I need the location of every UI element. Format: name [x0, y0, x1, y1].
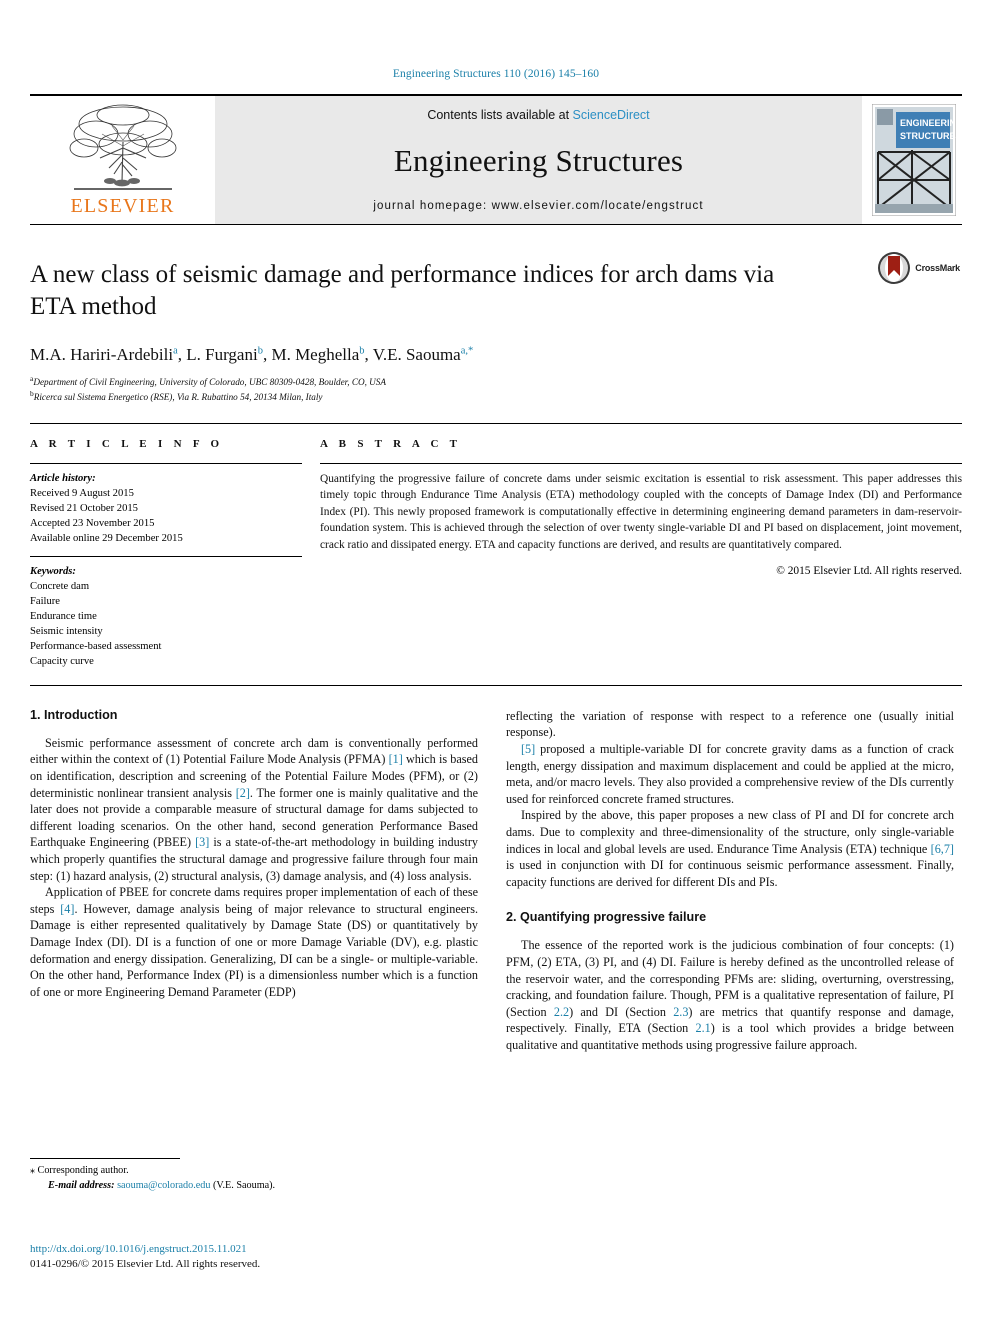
elsevier-wordmark: ELSEVIER	[70, 195, 175, 217]
author-3-sup: b	[359, 345, 365, 357]
contents-available-line: Contents lists available at ScienceDirec…	[427, 108, 649, 122]
keyword-item: Endurance time	[30, 611, 97, 623]
sec2-p1-b: ) and DI (Section	[569, 1004, 674, 1019]
citation-ref-1[interactable]: [1]	[389, 752, 403, 766]
crossmark-badge[interactable]: CrossMark	[877, 251, 960, 285]
title-block: A new class of seismic damage and perfor…	[30, 224, 962, 405]
citation-ref-2[interactable]: [2]	[236, 786, 250, 800]
journal-cover-thumbnail: ENGINEERING STRUCTURES	[862, 96, 962, 224]
email-link[interactable]: saouma@colorado.edu	[117, 1180, 210, 1191]
history-item: Accepted 23 November 2015	[30, 517, 155, 529]
section-link-2-1[interactable]: 2.1	[695, 1021, 710, 1035]
affiliation-a: aDepartment of Civil Engineering, Univer…	[30, 374, 962, 389]
citation-ref-5[interactable]: [5]	[521, 742, 535, 756]
affiliation-list: aDepartment of Civil Engineering, Univer…	[30, 374, 962, 405]
article-history-label: Article history:	[30, 472, 96, 484]
right-p2-a: proposed a multiple-variable DI for conc…	[506, 742, 954, 806]
crossmark-icon	[878, 252, 911, 284]
abstract-column: A B S T R A C T Quantifying the progress…	[320, 438, 962, 671]
running-head: Engineering Structures 110 (2016) 145–16…	[392, 68, 600, 80]
right-paragraph-1: reflecting the variation of response wit…	[506, 708, 954, 740]
abstract-text: Quantifying the progressive failure of c…	[320, 472, 962, 551]
affiliation-b: bRicerca sul Sistema Energetico (RSE), V…	[30, 389, 962, 404]
journal-homepage[interactable]: journal homepage: www.elsevier.com/locat…	[373, 200, 703, 212]
author-4: V.E. Saoumaa,*	[373, 345, 474, 364]
article-history: Article history: Received 9 August 2015 …	[30, 471, 302, 546]
citation-ref-4[interactable]: [4]	[60, 902, 74, 916]
paper-page: Engineering Structures 110 (2016) 145–16…	[0, 0, 992, 1323]
right-paragraph-3: Inspired by the above, this paper propos…	[506, 807, 954, 890]
email-label: E-mail address:	[48, 1179, 115, 1191]
history-item: Received 9 August 2015	[30, 487, 134, 499]
masthead-center: Contents lists available at ScienceDirec…	[215, 96, 862, 224]
page-footer: http://dx.doi.org/10.1016/j.engstruct.20…	[30, 1242, 530, 1273]
right-paragraph-2: [5] proposed a multiple-variable DI for …	[506, 741, 954, 807]
history-item: Revised 21 October 2015	[30, 502, 138, 514]
keyword-item: Capacity curve	[30, 656, 94, 668]
intro-paragraph-1: Seismic performance assessment of concre…	[30, 735, 478, 884]
email-line: E-mail address: saouma@colorado.edu (V.E…	[30, 1179, 478, 1194]
keyword-item: Concrete dam	[30, 581, 90, 592]
keywords-block: Keywords: Concrete dam Failure Endurance…	[30, 557, 302, 669]
section-heading-introduction: 1. Introduction	[30, 707, 118, 722]
author-1-sup: a	[173, 345, 178, 357]
footnote-rule	[30, 1158, 180, 1159]
citation-ref-3[interactable]: [3]	[195, 835, 209, 849]
author-list: M.A. Hariri-Ardebilia, L. Furganib, M. M…	[30, 345, 474, 364]
doi-link[interactable]: http://dx.doi.org/10.1016/j.engstruct.20…	[30, 1242, 530, 1257]
right-column: reflecting the variation of response wit…	[506, 708, 954, 1054]
corresponding-author-line: ⁎ Corresponding author.	[30, 1164, 478, 1179]
left-column: 1. Introduction Seismic performance asse…	[30, 708, 478, 1054]
sec2-paragraph-1: The essence of the reported work is the …	[506, 937, 954, 1053]
issn-copyright: 0141-0296/© 2015 Elsevier Ltd. All right…	[30, 1258, 261, 1271]
section-link-2-3[interactable]: 2.3	[673, 1005, 688, 1019]
author-3-name: M. Meghella	[271, 345, 360, 364]
body-columns: 1. Introduction Seismic performance asse…	[30, 684, 962, 1054]
affiliation-b-text: Ricerca sul Sistema Energetico (RSE), Vi…	[33, 392, 323, 403]
svg-text:ENGINEERING: ENGINEERING	[900, 118, 956, 128]
corresponding-author-footnote: ⁎ Corresponding author. E-mail address: …	[30, 1158, 478, 1194]
corresponding-author-text: Corresponding author.	[35, 1165, 129, 1176]
journal-title: Engineering Structures	[393, 143, 684, 178]
history-item: Available online 29 December 2015	[30, 532, 183, 544]
keyword-item: Seismic intensity	[30, 626, 103, 638]
elsevier-logo: ELSEVIER	[30, 96, 215, 224]
journal-cover-image: ENGINEERING STRUCTURES	[872, 104, 956, 216]
author-3: M. Meghellab	[271, 345, 364, 364]
abstract-copyright: © 2015 Elsevier Ltd. All rights reserved…	[776, 564, 962, 577]
author-2-name: L. Furgani	[186, 345, 258, 364]
title-line-1: A new class of seismic damage and perfor…	[30, 261, 738, 288]
abstract-heading: A B S T R A C T	[320, 437, 462, 450]
crossmark-label: CrossMark	[915, 263, 960, 273]
keyword-item: Performance-based assessment	[30, 641, 162, 653]
intro-p2-b: . However, damage analysis being of majo…	[30, 901, 478, 999]
author-1-name: M.A. Hariri-Ardebili	[30, 345, 174, 364]
svg-text:STRUCTURES: STRUCTURES	[900, 131, 956, 141]
email-suffix: (V.E. Saouma).	[210, 1179, 276, 1191]
author-1: M.A. Hariri-Ardebilia	[30, 345, 178, 364]
author-4-name: V.E. Saouma	[372, 345, 461, 364]
page-title: A new class of seismic damage and perfor…	[30, 259, 820, 323]
section-link-2-2[interactable]: 2.2	[554, 1005, 569, 1019]
keywords-label: Keywords:	[30, 565, 76, 577]
sciencedirect-link[interactable]: ScienceDirect	[573, 108, 650, 122]
author-2: L. Furganib	[186, 345, 263, 364]
elsevier-tree-icon	[69, 104, 176, 190]
affiliation-a-text: Department of Civil Engineering, Univers…	[33, 377, 387, 388]
journal-masthead: ELSEVIER Contents lists available at Sci…	[30, 94, 962, 224]
author-2-sup: b	[257, 345, 263, 357]
right-p3-b: is used in conjunction with DI for conti…	[506, 858, 954, 889]
citation-ref-6-7[interactable]: [6,7]	[931, 842, 954, 856]
author-4-sup: a,*	[460, 345, 474, 357]
right-p3-a: Inspired by the above, this paper propos…	[506, 808, 954, 856]
article-info-body: Article history: Received 9 August 2015 …	[30, 464, 302, 669]
contents-prefix: Contents lists available at	[427, 108, 573, 122]
intro-paragraph-2: Application of PBEE for concrete dams re…	[30, 884, 478, 1000]
info-abstract-band: A R T I C L E I N F O Article history: R…	[30, 422, 962, 671]
section-heading-quantifying: 2. Quantifying progressive failure	[506, 910, 707, 925]
keyword-item: Failure	[30, 596, 61, 608]
article-info-column: A R T I C L E I N F O Article history: R…	[30, 438, 320, 671]
article-info-heading: A R T I C L E I N F O	[30, 437, 224, 450]
